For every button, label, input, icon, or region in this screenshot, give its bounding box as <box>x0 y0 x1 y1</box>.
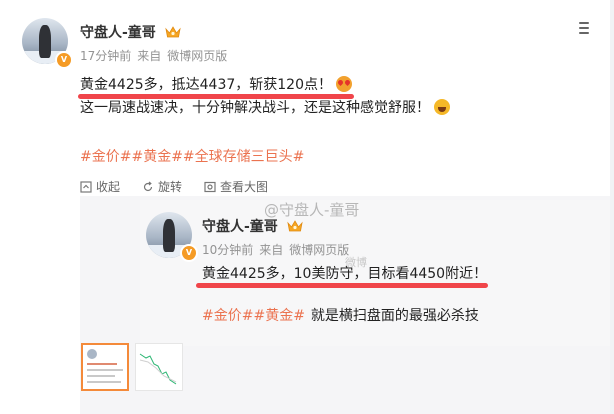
post-text-1: 黄金4425多，抵达4437，斩获120点！ <box>80 77 332 93</box>
image-watermark: @守盘人-童哥 <box>264 201 360 219</box>
rotate-label[interactable]: 旋转 <box>158 178 182 195</box>
post-text-2: 这一局速战速决，十分钟解决战斗，还是这种感觉舒服！ <box>80 100 430 116</box>
quoted-highlight-underline <box>196 283 488 288</box>
rotate-button[interactable]: 旋转 <box>142 178 182 195</box>
chart-thumbnail-icon <box>139 353 177 385</box>
quoted-source-prefix: 来自 <box>259 243 284 257</box>
image-actions: 收起 旋转 查看大图 <box>80 178 290 195</box>
quoted-tail-text: 就是横扫盘面的最强必杀技 <box>310 308 479 324</box>
quoted-crown-icon <box>287 220 303 232</box>
post-text-line-2: 这一局速战速决，十分钟解决战斗，还是这种感觉舒服！ <box>80 97 450 117</box>
view-large-button[interactable]: 查看大图 <box>204 178 268 195</box>
collapse-icon <box>80 180 92 193</box>
laughing-emoji-icon <box>434 99 450 115</box>
quoted-post-source: 微博网页版 <box>289 243 350 257</box>
post-hashtags[interactable]: #金价##黄金##全球存储三巨头# <box>80 146 304 166</box>
quoted-text-line: 黄金4425多，10美防守，目标看4450附近！ <box>202 266 488 282</box>
post-text-line-1: 黄金4425多，抵达4437，斩获120点！ <box>80 74 352 94</box>
collapse-label[interactable]: 收起 <box>96 178 120 195</box>
scroll-track <box>610 0 614 414</box>
hot-face-emoji-icon <box>335 76 352 92</box>
weibo-post-page: V 守盘人-童哥 17分钟前 来自 微博网页版 黄金4425多，抵达4437，斩获1… <box>0 0 614 414</box>
quoted-post-meta: 10分钟前 来自 微博网页版 <box>202 241 355 258</box>
crown-icon <box>165 26 181 38</box>
verified-badge-icon: V <box>55 51 73 69</box>
quoted-tags-line: #金价##黄金# 就是横扫盘面的最强必杀技 <box>202 305 479 325</box>
thumbnail-2[interactable] <box>135 343 183 391</box>
post-card: V 守盘人-童哥 17分钟前 来自 微博网页版 黄金4425多，抵达4437，斩获1… <box>0 0 614 414</box>
quoted-verified-badge-icon: V <box>180 244 198 262</box>
source-prefix: 来自 <box>137 49 162 63</box>
quoted-author-text[interactable]: 守盘人-童哥 <box>202 219 278 235</box>
post-time[interactable]: 17分钟前 <box>80 49 131 63</box>
collapse-button[interactable]: 收起 <box>80 178 120 195</box>
quoted-hashtags: #金价##黄金# <box>202 308 305 324</box>
more-options-icon[interactable] <box>576 22 592 34</box>
quoted-post-time: 10分钟前 <box>202 243 254 257</box>
view-large-label[interactable]: 查看大图 <box>220 178 268 195</box>
author-name[interactable]: 守盘人-童哥 <box>80 22 181 42</box>
rotate-icon <box>143 181 153 191</box>
author-name-text[interactable]: 守盘人-童哥 <box>80 25 156 41</box>
view-large-icon <box>204 181 216 192</box>
thumbnail-1[interactable] <box>81 343 129 391</box>
post-source[interactable]: 微博网页版 <box>167 49 227 63</box>
post-meta: 17分钟前 来自 微博网页版 <box>80 47 233 64</box>
